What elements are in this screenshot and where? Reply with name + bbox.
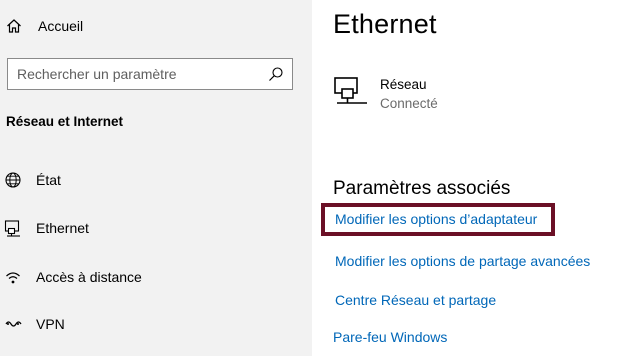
search-icon[interactable]: [268, 66, 284, 82]
settings-window: Accueil Réseau et Internet État: [0, 0, 618, 356]
search-box[interactable]: [7, 58, 293, 90]
home-nav-item[interactable]: Accueil: [6, 14, 83, 38]
related-settings-heading: Paramètres associés: [333, 178, 511, 199]
home-label: Accueil: [38, 18, 84, 34]
sidebar-item-label: Accès à distance: [36, 269, 142, 285]
advanced-sharing-options-link[interactable]: Modifier les options de partage avancées: [335, 253, 590, 269]
dialup-icon: [6, 272, 20, 284]
sidebar-item-label: État: [36, 172, 61, 188]
sidebar-item-etat[interactable]: État: [0, 163, 312, 197]
sidebar: Accueil Réseau et Internet État: [0, 0, 312, 356]
ethernet-icon: [4, 220, 20, 237]
search-input[interactable]: [8, 59, 268, 89]
network-sharing-center-link[interactable]: Centre Réseau et partage: [335, 292, 496, 308]
sidebar-item-label: Ethernet: [36, 220, 89, 236]
sidebar-item-acces-distance[interactable]: Accès à distance: [0, 260, 312, 294]
network-name: Réseau: [380, 77, 427, 92]
windows-firewall-link[interactable]: Pare-feu Windows: [333, 329, 447, 345]
network-status-text: Connecté: [380, 96, 438, 111]
sidebar-item-label: VPN: [36, 316, 65, 332]
main-content: Ethernet Réseau Connecté Paramètres asso…: [312, 0, 618, 356]
section-title: Réseau et Internet: [6, 114, 124, 129]
home-icon: [7, 19, 21, 33]
sidebar-item-vpn[interactable]: VPN: [0, 307, 312, 341]
change-adapter-options-link[interactable]: Modifier les options d’adaptateur: [335, 211, 537, 227]
sidebar-item-ethernet[interactable]: Ethernet: [0, 211, 312, 245]
network-status[interactable]: Réseau Connecté: [334, 76, 438, 114]
vpn-icon: [5, 321, 22, 327]
globe-icon: [5, 172, 21, 188]
network-adapter-icon: [334, 77, 367, 104]
page-title: Ethernet: [333, 9, 437, 39]
